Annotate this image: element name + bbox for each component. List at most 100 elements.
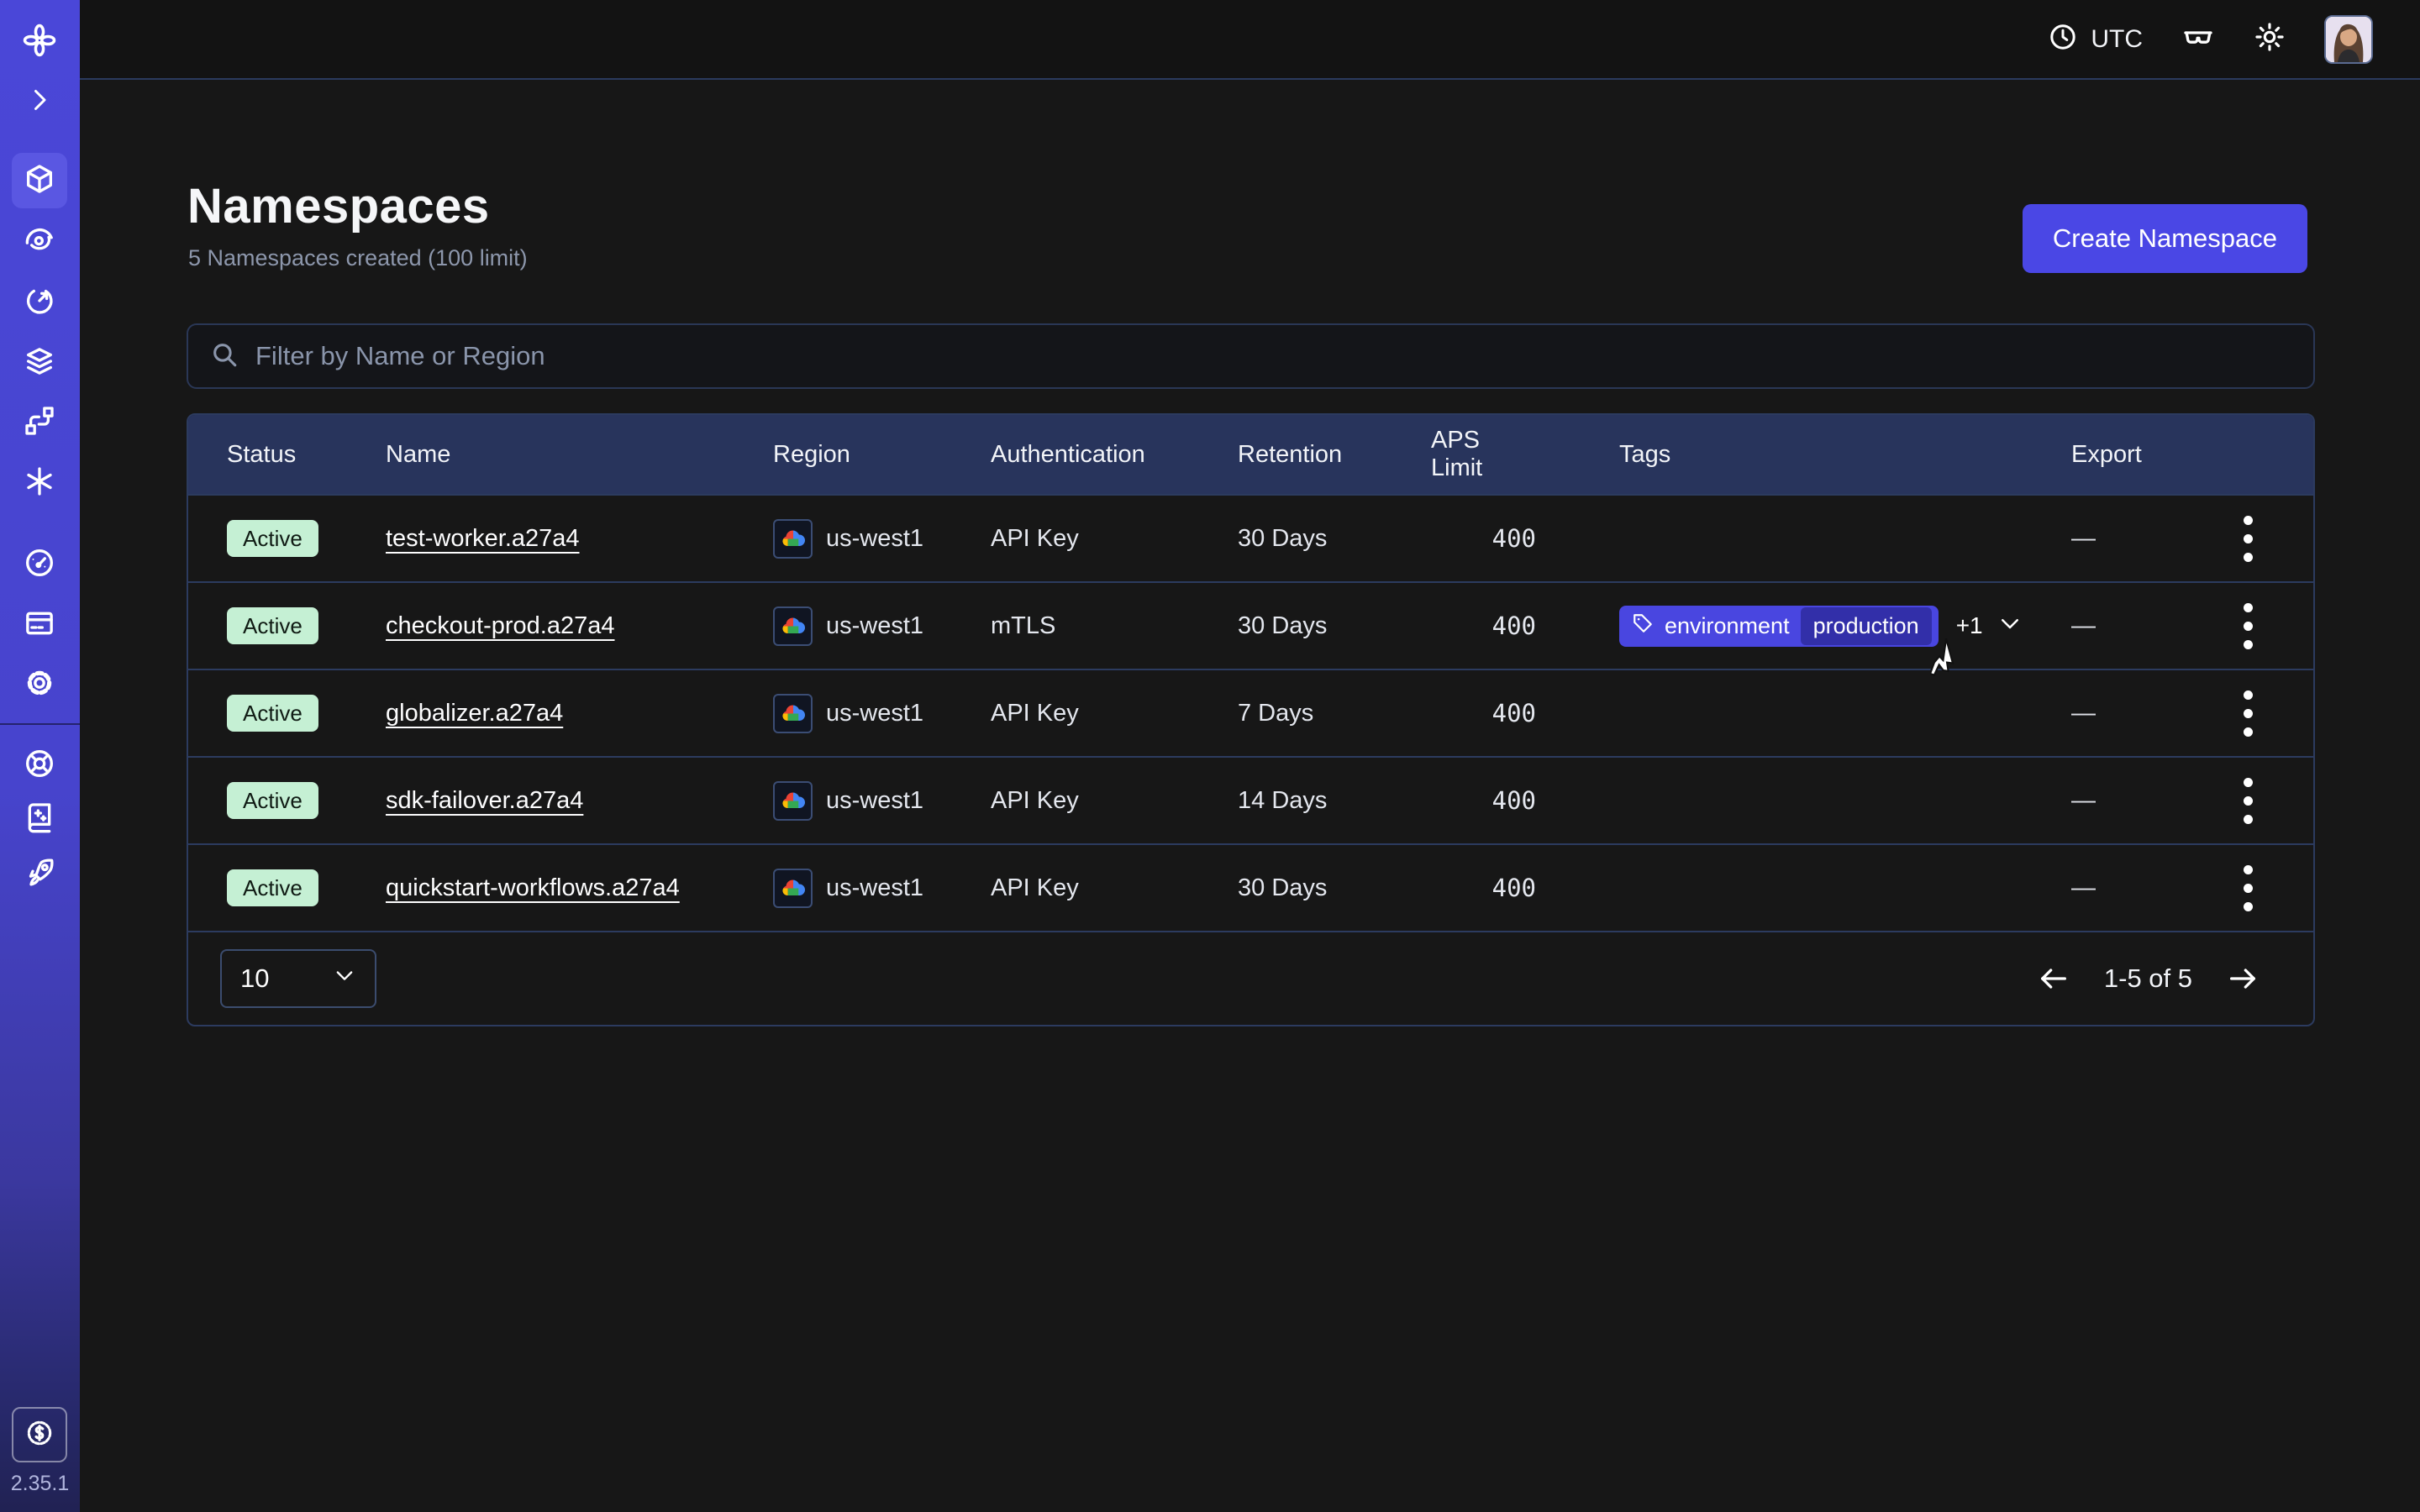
header-authentication: Authentication [991, 441, 1238, 469]
row-menu-button[interactable] [2238, 598, 2258, 654]
gcp-icon [773, 694, 813, 733]
sidebar-item-docs[interactable] [12, 791, 67, 847]
tag-more-count: +1 [1956, 612, 1983, 639]
auth-label: API Key [991, 700, 1079, 727]
tag-pill[interactable]: environment production [1619, 606, 1939, 647]
sidebar-item-settings[interactable] [12, 657, 67, 712]
pagination: 1-5 of 5 [2037, 962, 2260, 995]
header-region: Region [773, 441, 991, 469]
glasses-icon [2181, 20, 2215, 58]
chevron-down-icon [333, 963, 356, 994]
row-menu-button[interactable] [2238, 860, 2258, 916]
region-label: us-west1 [826, 612, 923, 640]
status-badge: Active [227, 869, 318, 906]
region-label: us-west1 [826, 787, 923, 815]
sidebar-item-observability[interactable] [12, 213, 67, 269]
namespace-link[interactable]: checkout-prod.a27a4 [386, 612, 614, 640]
namespace-link[interactable]: test-worker.a27a4 [386, 525, 580, 553]
theme-toggle-button[interactable] [2254, 21, 2286, 57]
sidebar-item-expand[interactable] [12, 74, 67, 129]
eye-icon [23, 223, 56, 260]
avatar-image [2326, 17, 2371, 62]
search-input[interactable] [255, 341, 2291, 371]
timer-icon [23, 284, 56, 322]
aps-limit-value: 400 [1492, 524, 1536, 553]
aps-limit-value: 400 [1492, 612, 1536, 640]
sidebar-item-workflows[interactable] [12, 395, 67, 450]
row-menu-button[interactable] [2238, 685, 2258, 742]
branch-icon [23, 404, 56, 442]
filter-search [187, 323, 2315, 389]
header-aps-limit: APS Limit [1431, 427, 1619, 482]
billing-icon [23, 606, 56, 644]
rocket-icon [23, 856, 56, 894]
sidebar-item-nexus[interactable] [12, 455, 67, 511]
export-value: — [2071, 612, 2096, 640]
table-header-row: Status Name Region Authentication Retent… [188, 415, 2313, 494]
gcp-icon [773, 519, 813, 559]
sidebar-divider [0, 723, 80, 725]
table-row: Activeglobalizer.a27a4us-west1API Key7 D… [188, 669, 2313, 756]
status-badge: Active [227, 607, 318, 644]
prev-page-button[interactable] [2037, 962, 2070, 995]
sidebar-item-schedules[interactable] [12, 275, 67, 330]
page-title: Namespaces [187, 178, 490, 234]
asterisk-icon [23, 465, 56, 502]
namespace-link[interactable]: sdk-failover.a27a4 [386, 787, 583, 815]
create-namespace-button[interactable]: Create Namespace [2023, 204, 2307, 273]
header-name: Name [386, 441, 773, 469]
auth-label: mTLS [991, 612, 1055, 640]
retention-label: 30 Days [1238, 874, 1327, 902]
page-subtitle: 5 Namespaces created (100 limit) [188, 245, 528, 271]
aps-limit-value: 400 [1492, 786, 1536, 815]
row-menu-button[interactable] [2238, 773, 2258, 829]
tag-icon [1632, 612, 1654, 640]
sidebar-item-getting-started[interactable] [12, 847, 67, 902]
chevron-right-icon [24, 85, 55, 119]
header-tags: Tags [1619, 441, 2071, 469]
labs-button[interactable] [2181, 20, 2215, 58]
auth-label: API Key [991, 525, 1079, 553]
chevron-down-icon [1997, 611, 2023, 642]
row-menu-button[interactable] [2238, 511, 2258, 567]
page-range-label: 1-5 of 5 [2104, 963, 2192, 994]
clock-icon [2048, 22, 2078, 56]
namespace-link[interactable]: quickstart-workflows.a27a4 [386, 874, 680, 902]
sidebar-item-support[interactable] [12, 738, 67, 793]
page-size-select[interactable]: 10 [220, 949, 376, 1008]
credits-button[interactable] [12, 1407, 67, 1462]
tag-value: production [1801, 607, 1932, 645]
dollar-badge-icon [24, 1417, 55, 1453]
sidebar-item-logo[interactable] [12, 14, 67, 70]
sidebar-item-deployments[interactable] [12, 335, 67, 391]
timezone-label: UTC [2091, 25, 2143, 54]
tags-expand-button[interactable]: +1 [1956, 611, 2023, 642]
table-footer: 10 1-5 of 5 [188, 931, 2313, 1025]
retention-label: 30 Days [1238, 525, 1327, 553]
sun-icon [2254, 21, 2286, 57]
region-label: us-west1 [826, 700, 923, 727]
table-row: Activesdk-failover.a27a4us-west1API Key1… [188, 756, 2313, 843]
user-avatar[interactable] [2324, 15, 2373, 64]
page-size-value: 10 [240, 963, 269, 994]
sidebar-item-usage[interactable] [12, 537, 67, 592]
table-row: Activequickstart-workflows.a27a4us-west1… [188, 843, 2313, 931]
status-badge: Active [227, 520, 318, 557]
next-page-button[interactable] [2226, 962, 2260, 995]
region-label: us-west1 [826, 525, 923, 553]
search-icon [210, 340, 239, 373]
book-icon [23, 801, 56, 838]
sidebar-item-billing[interactable] [12, 597, 67, 653]
sidebar-item-namespaces[interactable] [12, 153, 67, 208]
status-badge: Active [227, 782, 318, 819]
sidebar: 2.35.1 [0, 0, 80, 1512]
retention-label: 14 Days [1238, 787, 1327, 815]
temporal-logo [22, 23, 57, 62]
lifebuoy-icon [23, 747, 56, 785]
retention-label: 7 Days [1238, 700, 1313, 727]
tag-key: environment [1665, 613, 1790, 639]
header-status: Status [188, 441, 386, 469]
namespace-link[interactable]: globalizer.a27a4 [386, 700, 563, 727]
timezone-selector[interactable]: UTC [2048, 22, 2143, 56]
export-value: — [2071, 700, 2096, 727]
